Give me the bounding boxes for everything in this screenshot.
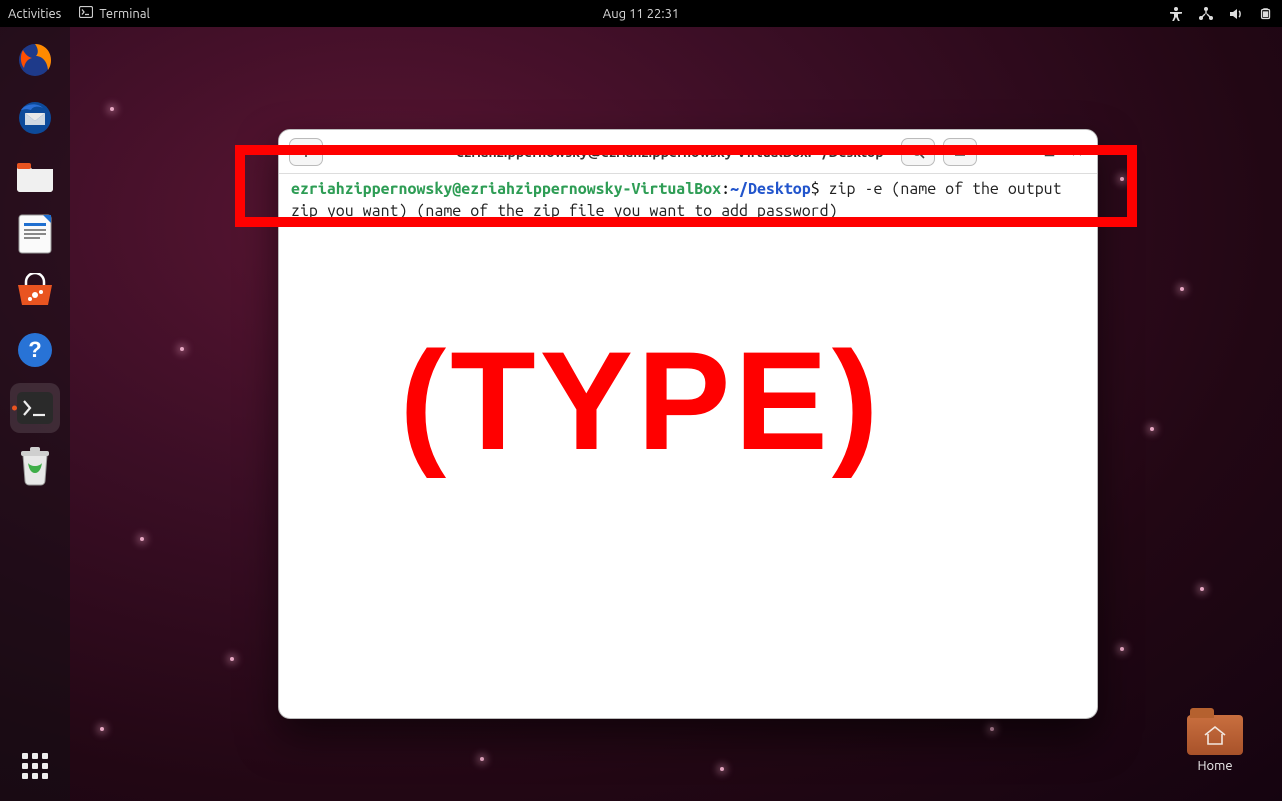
prompt-colon: : — [721, 180, 730, 198]
dock-trash[interactable] — [10, 441, 60, 491]
new-tab-button[interactable] — [289, 138, 323, 166]
terminal-icon — [79, 6, 93, 21]
active-app-indicator[interactable]: Terminal — [79, 6, 150, 21]
dock-ubuntu-software[interactable] — [10, 267, 60, 317]
dock-libreoffice-writer[interactable] — [10, 209, 60, 259]
dock: ? — [0, 27, 70, 801]
menu-button[interactable] — [943, 138, 977, 166]
search-button[interactable] — [901, 138, 935, 166]
annotation-type-label: (TYPE) — [400, 320, 883, 482]
dock-terminal[interactable] — [10, 383, 60, 433]
dock-firefox[interactable] — [10, 35, 60, 85]
network-icon[interactable] — [1198, 6, 1214, 22]
dock-files[interactable] — [10, 151, 60, 201]
svg-text:?: ? — [28, 337, 41, 362]
dock-help[interactable]: ? — [10, 325, 60, 375]
active-app-name: Terminal — [99, 7, 150, 21]
prompt-host: ezriahzippernowsky-VirtualBox — [461, 180, 721, 198]
window-title: ezriahzippernowsky@ezriahzippernowsky-Vi… — [447, 144, 893, 160]
prompt-user: ezriahzippernowsky — [291, 180, 452, 198]
activities-button[interactable]: Activities — [8, 7, 61, 21]
accessibility-icon[interactable] — [1168, 6, 1184, 22]
close-button[interactable] — [1067, 144, 1087, 160]
window-titlebar[interactable]: ezriahzippernowsky@ezriahzippernowsky-Vi… — [279, 130, 1097, 174]
volume-icon[interactable] — [1228, 6, 1244, 22]
prompt-at: @ — [452, 180, 461, 198]
desktop-home-folder[interactable]: Home — [1180, 715, 1250, 773]
folder-icon — [1187, 715, 1243, 755]
show-applications-button[interactable] — [10, 741, 60, 791]
dock-thunderbird[interactable] — [10, 93, 60, 143]
running-indicator-dot — [12, 406, 17, 411]
apps-grid-icon — [22, 753, 48, 779]
prompt-dollar: $ — [811, 180, 820, 198]
minimize-button[interactable] — [1011, 144, 1031, 160]
clock[interactable]: Aug 11 22:31 — [603, 7, 680, 21]
battery-icon[interactable] — [1258, 6, 1274, 22]
top-bar: Activities Terminal Aug 11 22:31 — [0, 0, 1282, 27]
home-folder-label: Home — [1197, 759, 1232, 773]
maximize-button[interactable] — [1039, 144, 1059, 160]
prompt-path: ~/Desktop — [730, 180, 811, 198]
